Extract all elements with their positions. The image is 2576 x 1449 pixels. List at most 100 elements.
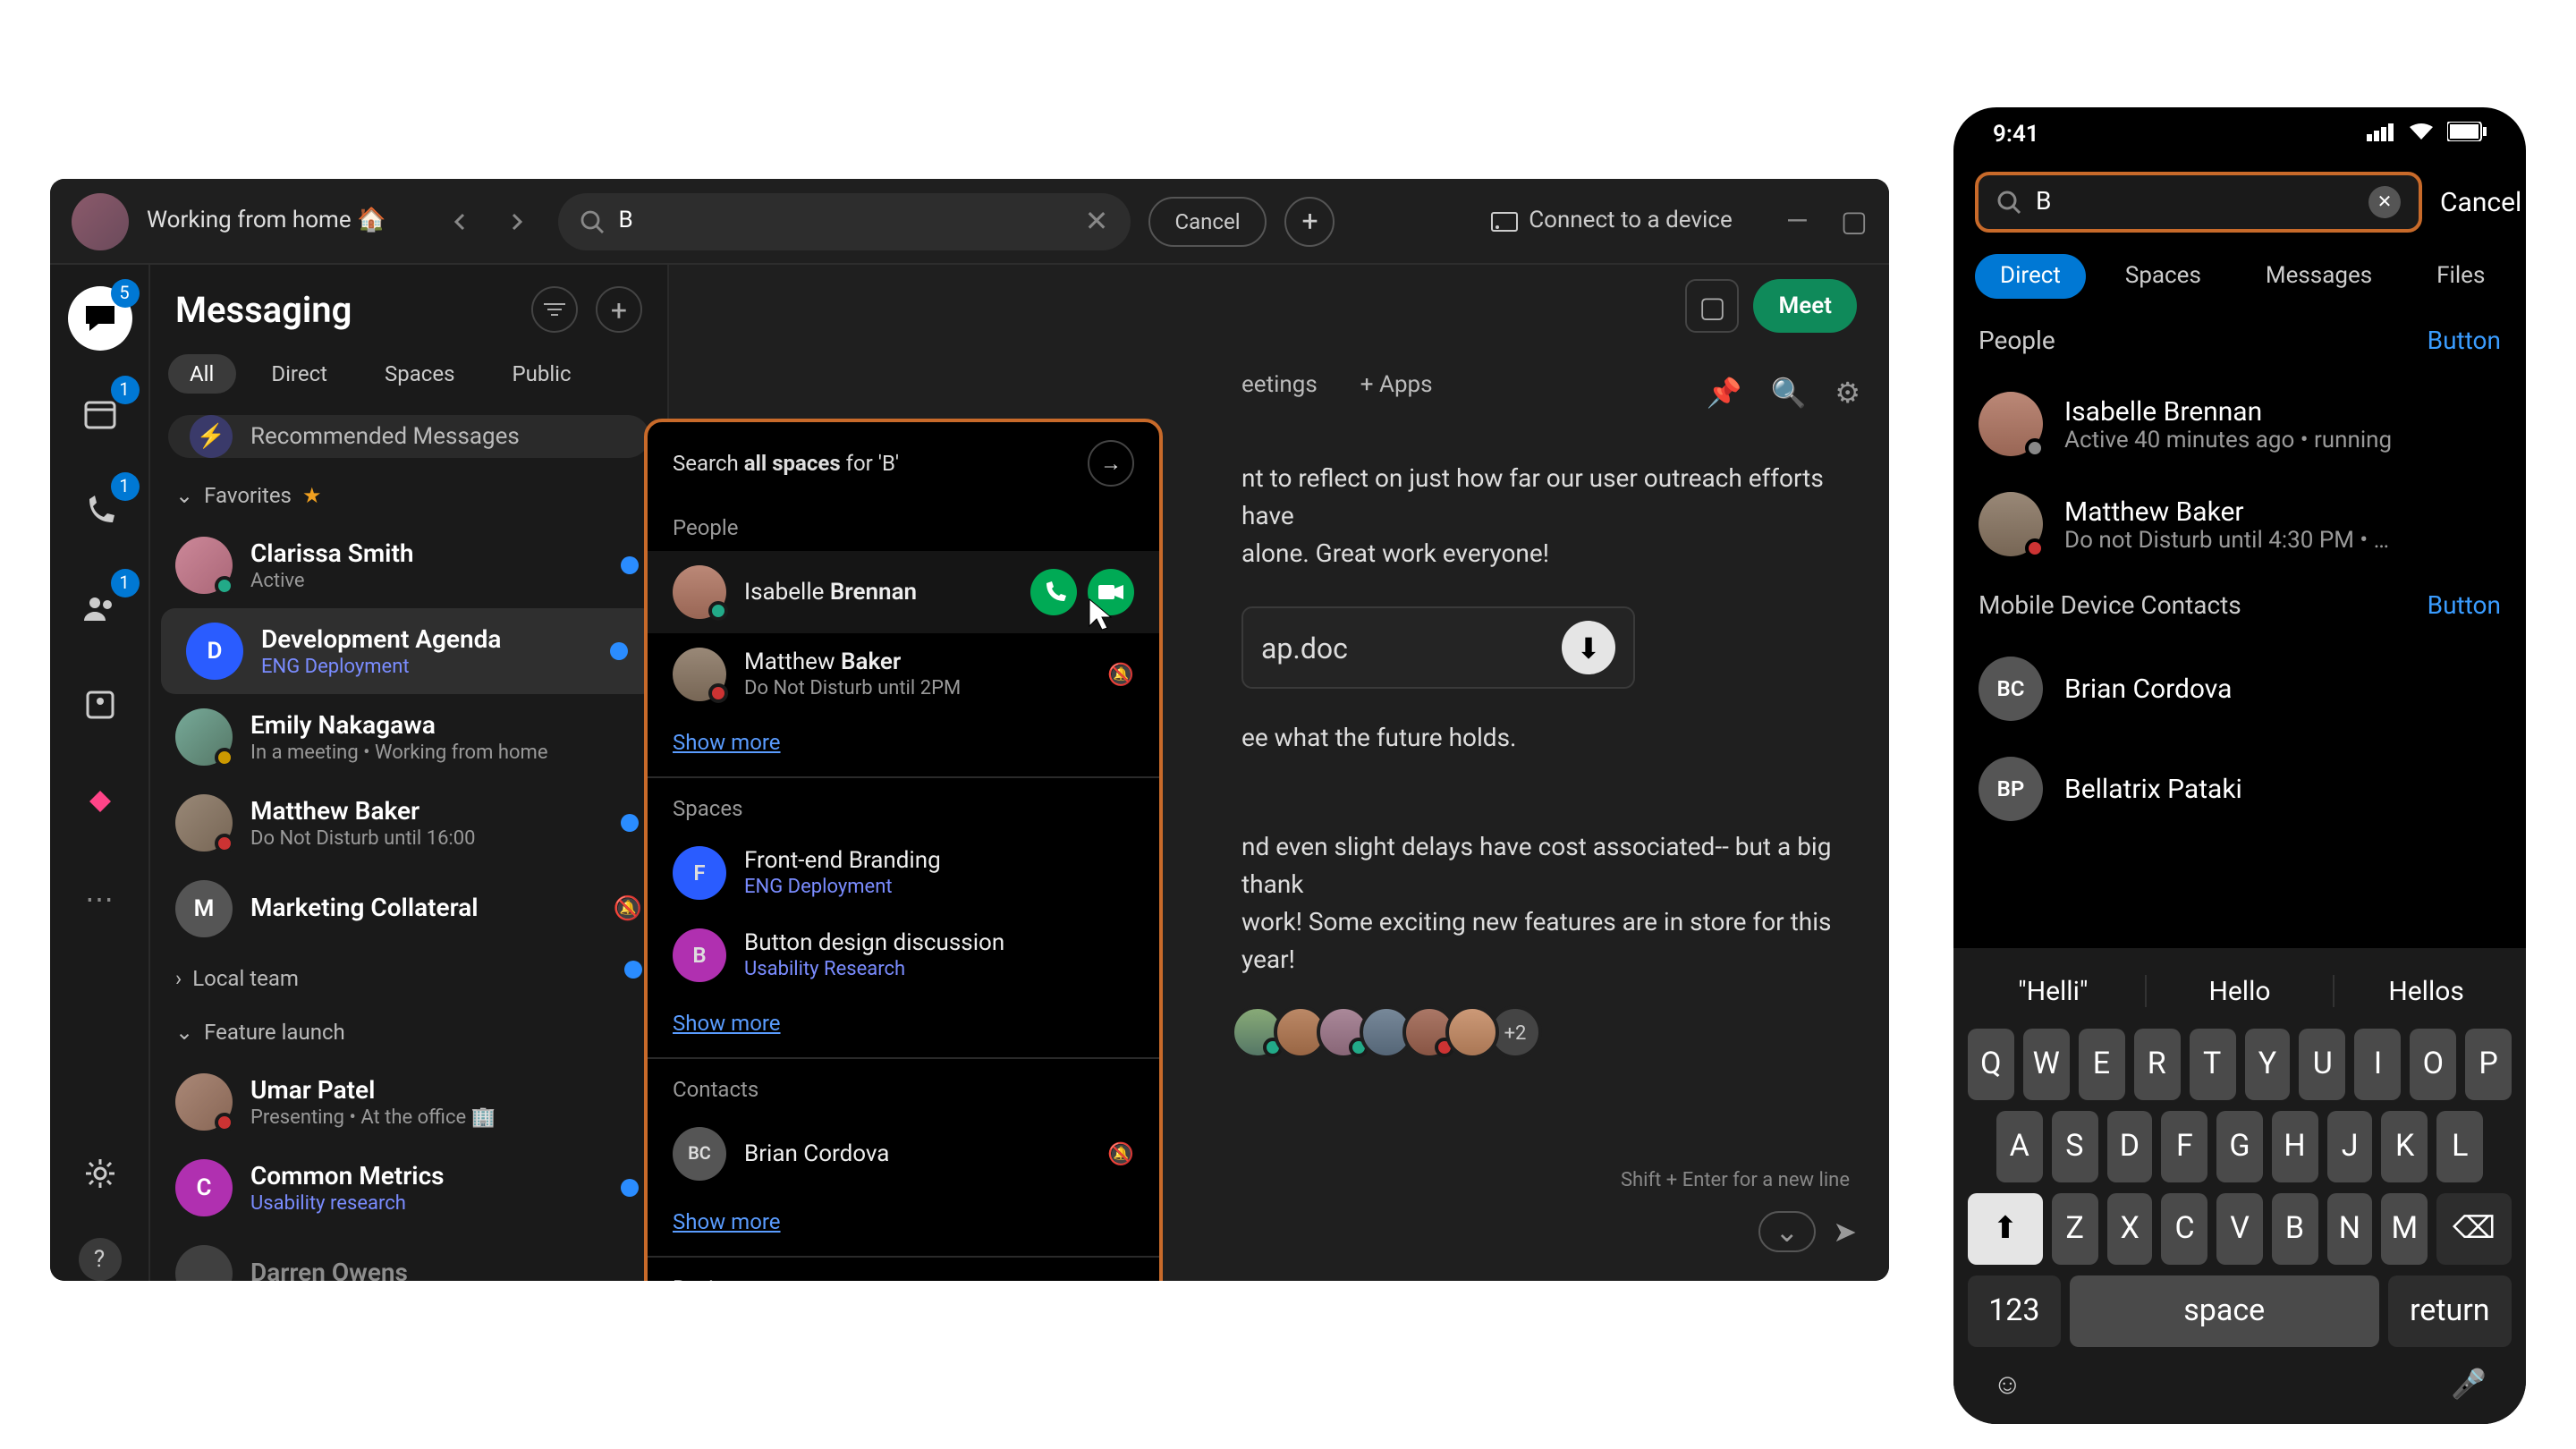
key-b[interactable]: B (2272, 1193, 2318, 1265)
mobile-section-button[interactable]: Button (2428, 592, 2501, 621)
key-i[interactable]: I (2355, 1029, 2402, 1100)
download-button[interactable]: ⬇ (1562, 621, 1615, 674)
mobile-search-clear[interactable]: ✕ (2368, 186, 2401, 218)
mobile-contact-item[interactable]: BP Bellatrix Pataki (1953, 739, 2526, 839)
key-s[interactable]: S (2052, 1111, 2098, 1182)
meet-button[interactable]: Meet (1754, 279, 1857, 333)
key-d[interactable]: D (2106, 1111, 2153, 1182)
search-clear-icon[interactable]: ✕ (1085, 204, 1109, 238)
key-o[interactable]: O (2410, 1029, 2456, 1100)
rail-messaging[interactable]: 5 (67, 286, 131, 351)
mobile-tab-spaces[interactable]: Spaces (2100, 254, 2226, 299)
sidebar-new-button[interactable]: + (596, 286, 642, 333)
key-c[interactable]: C (2162, 1193, 2207, 1265)
key-g[interactable]: G (2216, 1111, 2263, 1182)
window-maximize-button[interactable]: ▢ (1841, 204, 1868, 238)
conv-item[interactable]: Darren Owens (150, 1231, 667, 1281)
emoji-button[interactable]: ☺ (1993, 1367, 2022, 1402)
recommended-button[interactable]: ⚡ Recommended Messages (168, 415, 649, 458)
key-u[interactable]: U (2300, 1029, 2346, 1100)
search-go-button[interactable]: → (1088, 440, 1134, 487)
key-p[interactable]: P (2465, 1029, 2512, 1100)
mobile-tab-files[interactable]: Files (2411, 254, 2510, 299)
dd-person-item[interactable]: Matthew BakerDo Not Disturb until 2PM 🔕 (648, 633, 1159, 716)
key-return[interactable]: return (2388, 1275, 2512, 1347)
rail-help[interactable]: ? (78, 1238, 121, 1281)
mobile-person-item[interactable]: Matthew BakerDo not Disturb until 4:30 P… (1953, 474, 2526, 574)
conv-item[interactable]: Umar PatelPresenting • At the office 🏢 (150, 1059, 667, 1145)
key-z[interactable]: Z (2052, 1193, 2097, 1265)
conv-item[interactable]: M Marketing Collateral 🔕 (150, 866, 667, 952)
dd-space-item[interactable]: F Front-end BrandingENG Deployment (648, 832, 1159, 914)
key-r[interactable]: R (2133, 1029, 2180, 1100)
key-f[interactable]: F (2162, 1111, 2208, 1182)
mobile-section-button[interactable]: Button (2428, 327, 2501, 356)
pin-icon[interactable]: 📌 (1707, 376, 1742, 410)
key-a[interactable]: A (1996, 1111, 2043, 1182)
key-123[interactable]: 123 (1968, 1275, 2061, 1347)
sidebar-tab-spaces[interactable]: Spaces (363, 354, 476, 394)
conv-item[interactable]: Matthew BakerDo Not Disturb until 16:00 (150, 780, 667, 866)
search-all-spaces[interactable]: Search all spaces for 'B' (673, 451, 899, 476)
key-k[interactable]: K (2382, 1111, 2428, 1182)
sidebar-tab-public[interactable]: Public (490, 354, 592, 394)
search-content-icon[interactable]: 🔍 (1770, 376, 1806, 410)
connect-device-button[interactable]: Connect to a device (1489, 208, 1733, 234)
call-button[interactable] (1030, 569, 1077, 615)
key-y[interactable]: Y (2244, 1029, 2291, 1100)
rail-calendar[interactable]: 1 (67, 383, 131, 447)
key-j[interactable]: J (2326, 1111, 2373, 1182)
mobile-person-item[interactable]: Isabelle BrennanActive 40 minutes ago • … (1953, 374, 2526, 474)
new-button[interactable]: + (1285, 196, 1335, 246)
conv-item[interactable]: Emily NakagawaIn a meeting • Working fro… (150, 694, 667, 780)
sidebar-filter-button[interactable] (531, 286, 578, 333)
mic-button[interactable]: 🎤 (2451, 1367, 2487, 1402)
key-delete[interactable]: ⌫ (2436, 1193, 2512, 1265)
key-h[interactable]: H (2272, 1111, 2318, 1182)
main-box-button[interactable]: ▢ (1686, 279, 1740, 333)
dd-space-item[interactable]: B Button design discussionUsability Rese… (648, 914, 1159, 996)
section-feature-launch[interactable]: ⌄ Feature launch (150, 1005, 667, 1059)
show-more-button[interactable]: Show more (648, 1195, 1159, 1249)
keyboard-suggestion[interactable]: Hello (2148, 975, 2334, 1007)
mobile-tab-direct[interactable]: Direct (1975, 254, 2086, 299)
search-input[interactable] (618, 208, 1070, 234)
conv-item[interactable]: D Development AgendaENG Deployment (161, 608, 657, 694)
nav-back-button[interactable] (436, 198, 482, 244)
key-v[interactable]: V (2216, 1193, 2262, 1265)
key-n[interactable]: N (2326, 1193, 2372, 1265)
rail-app[interactable] (67, 769, 131, 834)
conv-item[interactable]: Clarissa SmithActive (150, 522, 667, 608)
mobile-search-input[interactable] (2036, 188, 2354, 216)
sidebar-tab-all[interactable]: All (168, 354, 235, 394)
search-cancel-button[interactable]: Cancel (1148, 196, 1267, 246)
rail-more[interactable]: ⋯ (67, 866, 131, 930)
user-avatar[interactable] (72, 192, 129, 250)
send-button[interactable]: ➤ (1833, 1214, 1857, 1248)
search-bar[interactable]: ✕ (557, 192, 1130, 250)
rail-settings[interactable] (67, 1141, 131, 1206)
nav-forward-button[interactable] (493, 198, 539, 244)
key-l[interactable]: L (2436, 1111, 2483, 1182)
key-space[interactable]: space (2070, 1275, 2379, 1347)
keyboard-suggestion[interactable]: "Helli" (1961, 975, 2148, 1007)
settings-icon[interactable]: ⚙ (1835, 376, 1860, 410)
file-attachment[interactable]: ap.doc ⬇ (1241, 606, 1635, 689)
show-more-button[interactable]: Show more (648, 716, 1159, 769)
compose-expand-button[interactable]: ⌄ (1758, 1210, 1815, 1251)
mobile-tab-messages[interactable]: Messages (2241, 254, 2397, 299)
mobile-search-bar[interactable]: ✕ (1975, 172, 2422, 233)
keyboard-suggestion[interactable]: Hellos (2334, 975, 2519, 1007)
section-local-team[interactable]: › Local team (150, 952, 667, 1005)
key-w[interactable]: W (2023, 1029, 2070, 1100)
main-tab-meetings[interactable]: eetings (1241, 372, 1318, 399)
mobile-contact-item[interactable]: BC Brian Cordova (1953, 639, 2526, 739)
section-favorites[interactable]: ⌄ Favorites ★ (150, 469, 667, 522)
key-m[interactable]: M (2382, 1193, 2428, 1265)
show-more-button[interactable]: Show more (648, 996, 1159, 1050)
main-tab-apps[interactable]: + Apps (1360, 372, 1433, 399)
key-q[interactable]: Q (1968, 1029, 2014, 1100)
key-e[interactable]: E (2079, 1029, 2125, 1100)
rail-people[interactable]: 1 (67, 576, 131, 640)
dd-person-item[interactable]: Isabelle Brennan (648, 551, 1159, 633)
